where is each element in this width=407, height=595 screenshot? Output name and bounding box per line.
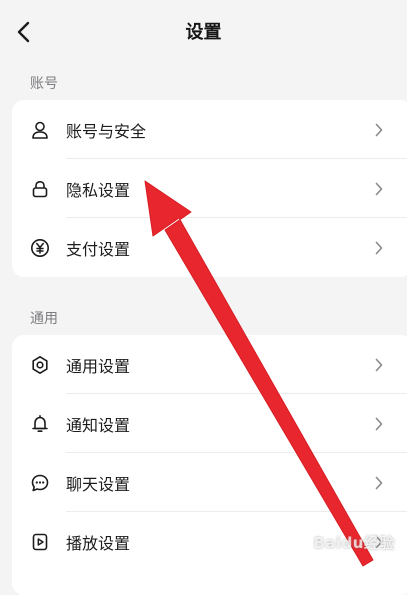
settings-item-label: 播放设置 xyxy=(66,533,131,553)
settings-item-label: 账号与安全 xyxy=(66,121,147,141)
settings-item-label: 通知设置 xyxy=(66,415,131,435)
settings-item-notifications[interactable]: 通知设置 xyxy=(12,394,407,453)
chevron-right-icon xyxy=(374,358,384,372)
play-icon xyxy=(30,532,50,552)
chat-bubble-icon xyxy=(30,473,50,493)
account-settings-card: 账号与安全 隐私设置 支付设置 xyxy=(12,100,407,277)
settings-item-payment[interactable]: 支付设置 xyxy=(12,218,407,277)
lock-icon xyxy=(30,179,50,199)
bell-icon xyxy=(30,414,50,434)
settings-item-label: 隐私设置 xyxy=(66,180,131,200)
settings-item-label: 支付设置 xyxy=(66,239,131,259)
watermark-logo: Baidu经验 xyxy=(313,534,395,552)
user-icon xyxy=(30,120,50,140)
page-title: 设置 xyxy=(185,22,222,43)
header-bar: 设置 xyxy=(0,0,407,64)
general-settings-card: 通用设置 通知设置 聊天设置 播放设置 xyxy=(12,335,407,595)
chevron-right-icon xyxy=(374,241,384,255)
chevron-right-icon xyxy=(374,476,384,490)
section-label-general: 通用 xyxy=(30,311,58,327)
settings-item-label: 通用设置 xyxy=(66,356,131,376)
gear-icon xyxy=(30,355,50,375)
chevron-right-icon xyxy=(374,417,384,431)
settings-item-privacy[interactable]: 隐私设置 xyxy=(12,159,407,218)
chevron-right-icon xyxy=(374,182,384,196)
settings-item-chat[interactable]: 聊天设置 xyxy=(12,453,407,512)
yen-circle-icon xyxy=(30,238,50,258)
settings-item-label: 聊天设置 xyxy=(66,474,131,494)
settings-item-account-security[interactable]: 账号与安全 xyxy=(12,100,407,159)
section-label-account: 账号 xyxy=(30,76,58,92)
chevron-right-icon xyxy=(374,123,384,137)
settings-item-general[interactable]: 通用设置 xyxy=(12,335,407,394)
